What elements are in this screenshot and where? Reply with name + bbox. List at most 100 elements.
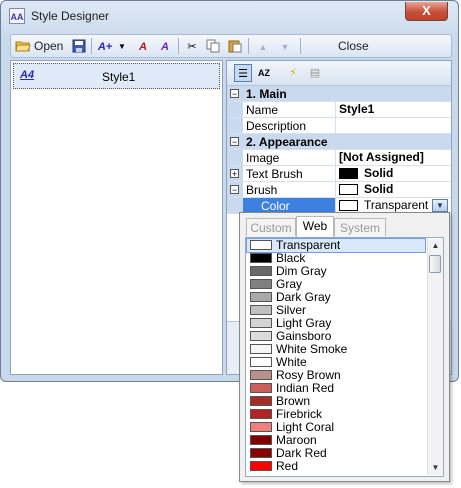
- list-item[interactable]: Red: [247, 460, 425, 473]
- category-main[interactable]: − 1. Main: [227, 86, 451, 102]
- list-item[interactable]: Indian Red: [247, 382, 425, 395]
- property-name: Description: [246, 119, 307, 133]
- list-item[interactable]: Dim Gray: [247, 265, 425, 278]
- tab-custom[interactable]: Custom: [246, 218, 296, 236]
- list-item[interactable]: Transparent: [246, 238, 426, 253]
- paste-icon[interactable]: [227, 39, 243, 55]
- property-name: Brush: [246, 183, 278, 197]
- list-item[interactable]: Dark Red: [247, 447, 425, 460]
- collapse-icon[interactable]: −: [230, 185, 239, 195]
- color-swatch: [250, 305, 272, 315]
- property-name: Name: [246, 103, 279, 117]
- copy-icon[interactable]: [205, 39, 221, 55]
- property-row-name[interactable]: Name Style1: [227, 102, 451, 118]
- property-row-image[interactable]: Image [Not Assigned]: [227, 150, 451, 166]
- toolbar-separator: [248, 38, 249, 54]
- list-item[interactable]: Rosy Brown: [247, 369, 425, 382]
- property-name: Color: [261, 199, 290, 213]
- tab-web[interactable]: Web: [296, 216, 334, 237]
- tab-system[interactable]: System: [334, 218, 386, 236]
- list-item[interactable]: Firebrick: [247, 408, 425, 421]
- close-window-button[interactable]: X: [405, 2, 448, 21]
- expand-icon[interactable]: +: [230, 169, 239, 179]
- property-value[interactable]: [Not Assigned]: [335, 150, 451, 165]
- rename-style-icon[interactable]: A: [135, 39, 151, 55]
- list-item[interactable]: Light Coral: [247, 421, 425, 434]
- toolbar-separator: [91, 38, 92, 54]
- color-swatch: [339, 184, 358, 195]
- close-button[interactable]: Close: [338, 38, 369, 54]
- list-item[interactable]: Brown: [247, 395, 425, 408]
- toolbar-separator: [300, 38, 301, 54]
- row-gutter: [227, 198, 243, 213]
- save-icon[interactable]: [71, 39, 87, 55]
- cut-icon[interactable]: ✂: [184, 39, 200, 55]
- row-gutter: [227, 118, 243, 133]
- collapse-icon[interactable]: −: [230, 89, 239, 99]
- color-list: Transparent Black Dim Gray Gray Dark Gray Sil…: [245, 237, 444, 477]
- style-list: A4 Style1: [10, 60, 223, 375]
- app-icon: AA: [9, 8, 25, 24]
- color-swatch: [250, 422, 272, 432]
- style-icon: A4: [20, 69, 35, 81]
- property-value-cell[interactable]: Transparent ▼: [335, 198, 451, 213]
- property-value-cell[interactable]: Solid: [335, 182, 451, 197]
- list-item[interactable]: A4 Style1: [13, 63, 220, 89]
- property-row-description[interactable]: Description: [227, 118, 451, 134]
- style-name-label: Style1: [102, 70, 136, 84]
- categorized-view-icon[interactable]: ☰: [234, 64, 252, 82]
- property-value-cell[interactable]: Solid: [335, 166, 451, 181]
- property-value[interactable]: Style1: [335, 102, 451, 117]
- color-swatch: [250, 331, 272, 341]
- vertical-scrollbar[interactable]: ▲ ▼: [427, 239, 443, 475]
- scroll-thumb[interactable]: [429, 255, 441, 273]
- list-item[interactable]: Black: [247, 252, 425, 265]
- color-swatch: [250, 279, 272, 289]
- scroll-up-icon[interactable]: ▲: [428, 239, 443, 253]
- property-value[interactable]: [335, 118, 451, 133]
- list-item[interactable]: Light Gray: [247, 317, 425, 330]
- color-swatch: [250, 448, 272, 458]
- title-bar[interactable]: AA Style Designer X: [1, 1, 460, 31]
- list-item[interactable]: Silver: [247, 304, 425, 317]
- color-picker-popup: Custom Web System Transparent Black Dim Gr…: [239, 212, 450, 482]
- list-item[interactable]: Dark Gray: [247, 291, 425, 304]
- color-swatch: [250, 383, 272, 393]
- color-swatch: [250, 357, 272, 367]
- category-label: 1. Main: [246, 87, 287, 101]
- property-row-brush[interactable]: − Brush Solid: [227, 182, 451, 198]
- color-swatch: [250, 292, 272, 302]
- color-swatch: [250, 396, 272, 406]
- color-name-label: Red: [276, 459, 299, 473]
- property-value: Solid: [364, 182, 394, 196]
- list-item[interactable]: Maroon: [247, 434, 425, 447]
- color-swatch: [250, 344, 272, 354]
- dropdown-arrow-icon[interactable]: ▼: [114, 39, 130, 55]
- color-swatch: [250, 461, 272, 471]
- property-row-text-brush[interactable]: + Text Brush Solid: [227, 166, 451, 182]
- move-up-icon[interactable]: ▲: [255, 39, 271, 55]
- open-button[interactable]: Open: [34, 38, 63, 54]
- move-down-icon[interactable]: ▼: [277, 39, 293, 55]
- main-toolbar: Open A+ ▼ A A ✂ ▲ ▼ Close: [10, 34, 452, 58]
- alphabetical-sort-icon[interactable]: AZ: [255, 64, 273, 82]
- events-icon[interactable]: ⚡: [284, 64, 302, 82]
- color-swatch: [250, 409, 272, 419]
- color-swatch: [339, 200, 358, 211]
- row-gutter: [227, 150, 243, 165]
- row-gutter: [227, 102, 243, 117]
- category-appearance[interactable]: − 2. Appearance: [227, 134, 451, 150]
- list-item[interactable]: Gray: [247, 278, 425, 291]
- dropdown-arrow-icon[interactable]: ▼: [432, 199, 448, 212]
- collapse-icon[interactable]: −: [230, 137, 239, 147]
- color-swatch: [250, 240, 272, 250]
- scroll-down-icon[interactable]: ▼: [428, 461, 443, 475]
- color-swatch: [250, 370, 272, 380]
- property-value: Solid: [364, 166, 394, 180]
- open-folder-icon[interactable]: [15, 39, 31, 55]
- duplicate-style-icon[interactable]: A: [157, 39, 173, 55]
- property-grid-toolbar: ☰ AZ ⚡ ▤: [227, 61, 451, 86]
- add-style-icon[interactable]: A+: [97, 39, 113, 55]
- property-pages-icon[interactable]: ▤: [306, 64, 324, 82]
- list-item[interactable]: White Smoke: [247, 343, 425, 356]
